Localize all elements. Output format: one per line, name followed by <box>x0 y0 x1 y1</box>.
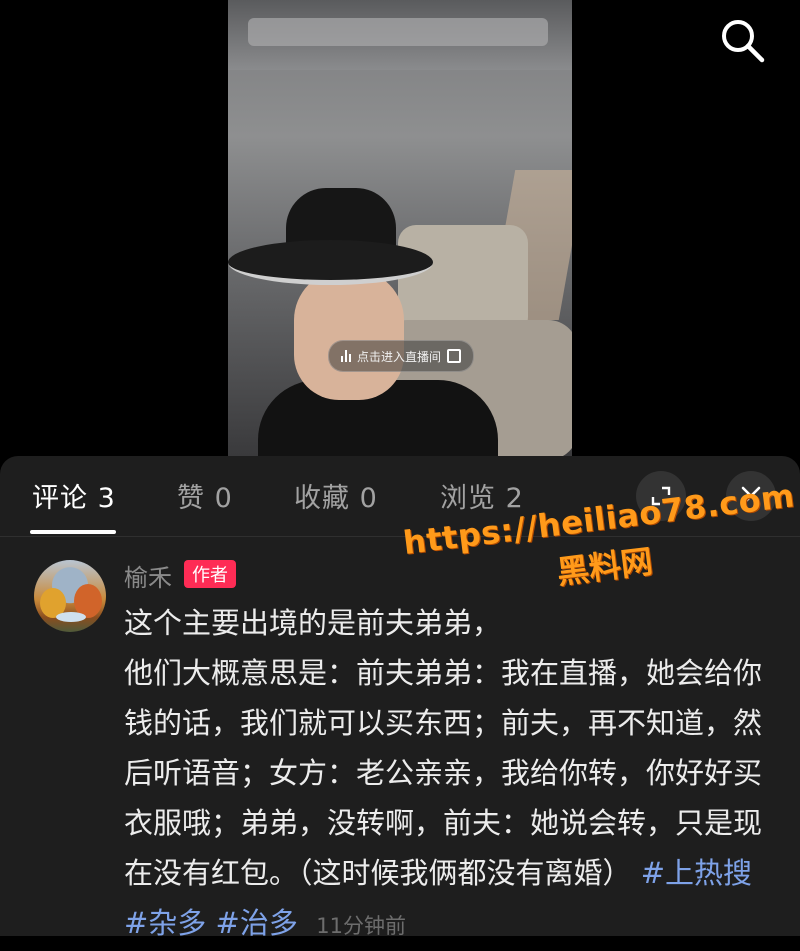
hat-brim <box>228 240 433 285</box>
enter-live-button[interactable]: 点击进入直播间 <box>328 340 475 372</box>
tab-comments[interactable]: 评论 3 <box>32 476 116 515</box>
comment-text: 这个主要出境的是前夫弟弟， 他们大概意思是：前夫弟弟：我在直播，她会给你钱的话，… <box>124 598 764 951</box>
hashtag-link[interactable]: #杂多 <box>124 906 206 940</box>
face <box>294 270 404 400</box>
comment-username[interactable]: 榆禾 <box>124 558 172 593</box>
hashtag-link[interactable]: #上热搜 <box>641 856 752 890</box>
tab-views[interactable]: 浏览 2 <box>440 476 524 515</box>
author-badge: 作者 <box>184 560 236 588</box>
tab-favorites[interactable]: 收藏 0 <box>294 476 378 515</box>
active-tab-indicator <box>30 530 116 534</box>
search-icon[interactable] <box>716 14 768 66</box>
comment-body: 这个主要出境的是前夫弟弟， 他们大概意思是：前夫弟弟：我在直播，她会给你钱的话，… <box>124 606 763 890</box>
live-bars-icon <box>341 350 351 362</box>
hashtag-link[interactable]: #治多 <box>216 906 298 940</box>
live-room-icon <box>447 349 462 363</box>
comment-time: 11分钟前 <box>316 914 407 938</box>
avatar[interactable] <box>34 560 106 632</box>
video-player[interactable]: 点击进入直播间 <box>228 0 572 456</box>
enter-live-label: 点击进入直播间 <box>357 349 442 364</box>
avatar-river <box>56 612 86 622</box>
sun-visor <box>248 18 548 46</box>
tab-likes[interactable]: 赞 0 <box>177 476 233 515</box>
